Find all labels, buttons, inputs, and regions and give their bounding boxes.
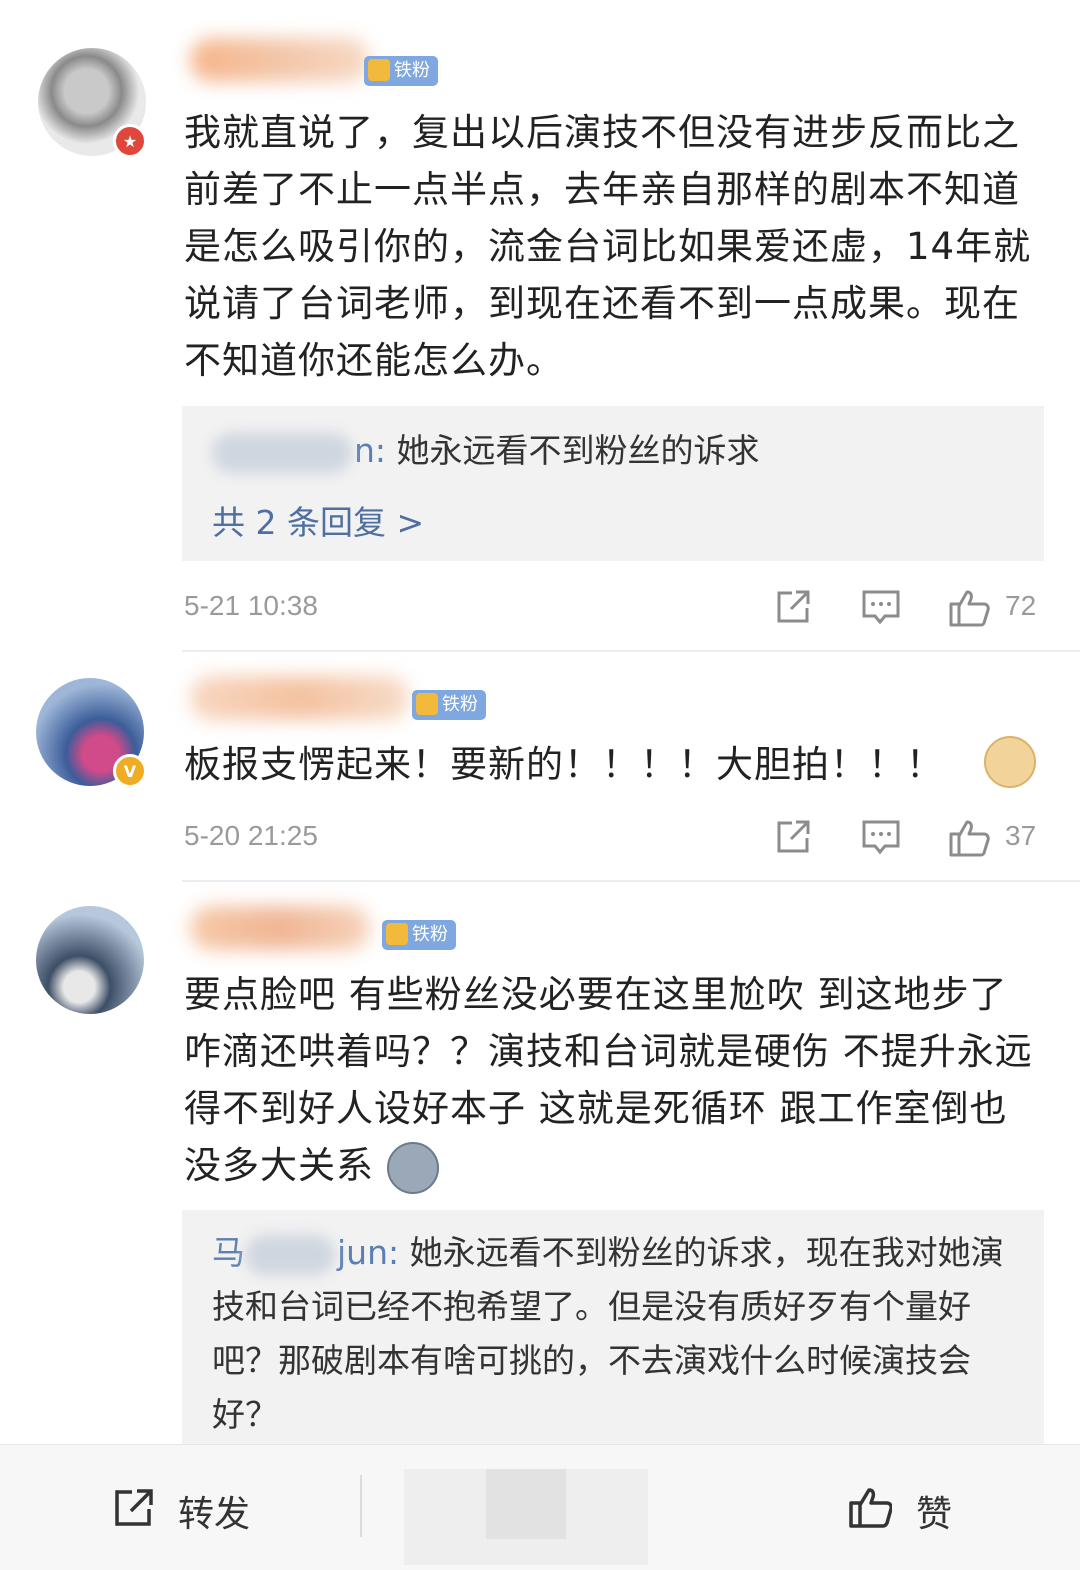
- reply-line: n: 她永远看不到粉丝的诉求: [212, 424, 1012, 478]
- repost-button[interactable]: 转发: [178, 1485, 250, 1537]
- like-icon[interactable]: [848, 1485, 892, 1529]
- comment-icon[interactable]: [861, 588, 901, 626]
- fan-badge: 铁粉: [364, 56, 438, 86]
- crown-icon: [416, 693, 438, 715]
- more-replies-link[interactable]: 共 2 条回复 >: [212, 496, 424, 544]
- timestamp: 5-20 21:25: [184, 820, 318, 851]
- like-count: 72: [1005, 590, 1037, 621]
- toolbar-separator: [360, 1475, 362, 1537]
- username-blurred[interactable]: [190, 38, 370, 82]
- username-blurred[interactable]: [190, 906, 370, 950]
- fan-badge: 铁粉: [382, 920, 456, 950]
- reply-line: 马 jun: 她永远看不到粉丝的诉求，现在我对她演技和台词已经不抱希望了。但是没有…: [212, 1226, 1012, 1442]
- like-icon[interactable]: [948, 588, 990, 628]
- reply-author[interactable]: 马 jun:: [212, 1233, 399, 1275]
- blurred-region-inner: [486, 1469, 566, 1539]
- reply-box[interactable]: n: 她永远看不到粉丝的诉求 共 2 条回复 >: [182, 406, 1044, 561]
- bottom-toolbar: 转发 赞: [0, 1444, 1080, 1570]
- doge-emoji-icon: [984, 736, 1036, 788]
- comment-text: 我就直说了，复出以后演技不但没有进步反而比之前差了不止一点半点，去年亲自那样的剧…: [184, 111, 1032, 382]
- timestamp: 5-21 10:38: [184, 590, 318, 621]
- like-count: 37: [1005, 820, 1037, 851]
- fan-badge: 铁粉: [412, 690, 486, 720]
- like-icon[interactable]: [948, 818, 990, 858]
- repost-icon[interactable]: [774, 818, 812, 856]
- crown-icon: [386, 923, 408, 945]
- reply-text: 她永远看不到粉丝的诉求: [396, 431, 760, 470]
- comment-text: 板报支愣起来！要新的！！！！大胆拍！！！: [184, 736, 1044, 793]
- avatar[interactable]: [36, 906, 144, 1014]
- comment-icon[interactable]: [861, 818, 901, 856]
- username-blurred[interactable]: [190, 676, 410, 720]
- comment-meta: 5-20 21:25 37: [0, 814, 1080, 864]
- crown-icon: [368, 59, 390, 81]
- verified-star-icon: ★: [113, 124, 147, 158]
- reply-author[interactable]: n:: [212, 431, 386, 473]
- comment-text: 要点脸吧 有些粉丝没必要在这里尬吹 到这地步了咋滴还哄着吗？？演技和台词就是硬伤…: [184, 966, 1044, 1194]
- husky-emoji-icon: [386, 1141, 439, 1194]
- reply-box[interactable]: 马 jun: 她永远看不到粉丝的诉求，现在我对她演技和台词已经不抱希望了。但是没有…: [182, 1210, 1044, 1444]
- verified-v-icon: V: [113, 754, 147, 788]
- repost-icon[interactable]: [774, 588, 812, 626]
- divider: [182, 880, 1080, 882]
- like-button[interactable]: 赞: [916, 1485, 952, 1537]
- comment-meta: 5-21 10:38 72: [0, 584, 1080, 634]
- repost-icon[interactable]: [112, 1487, 156, 1529]
- divider: [182, 650, 1080, 652]
